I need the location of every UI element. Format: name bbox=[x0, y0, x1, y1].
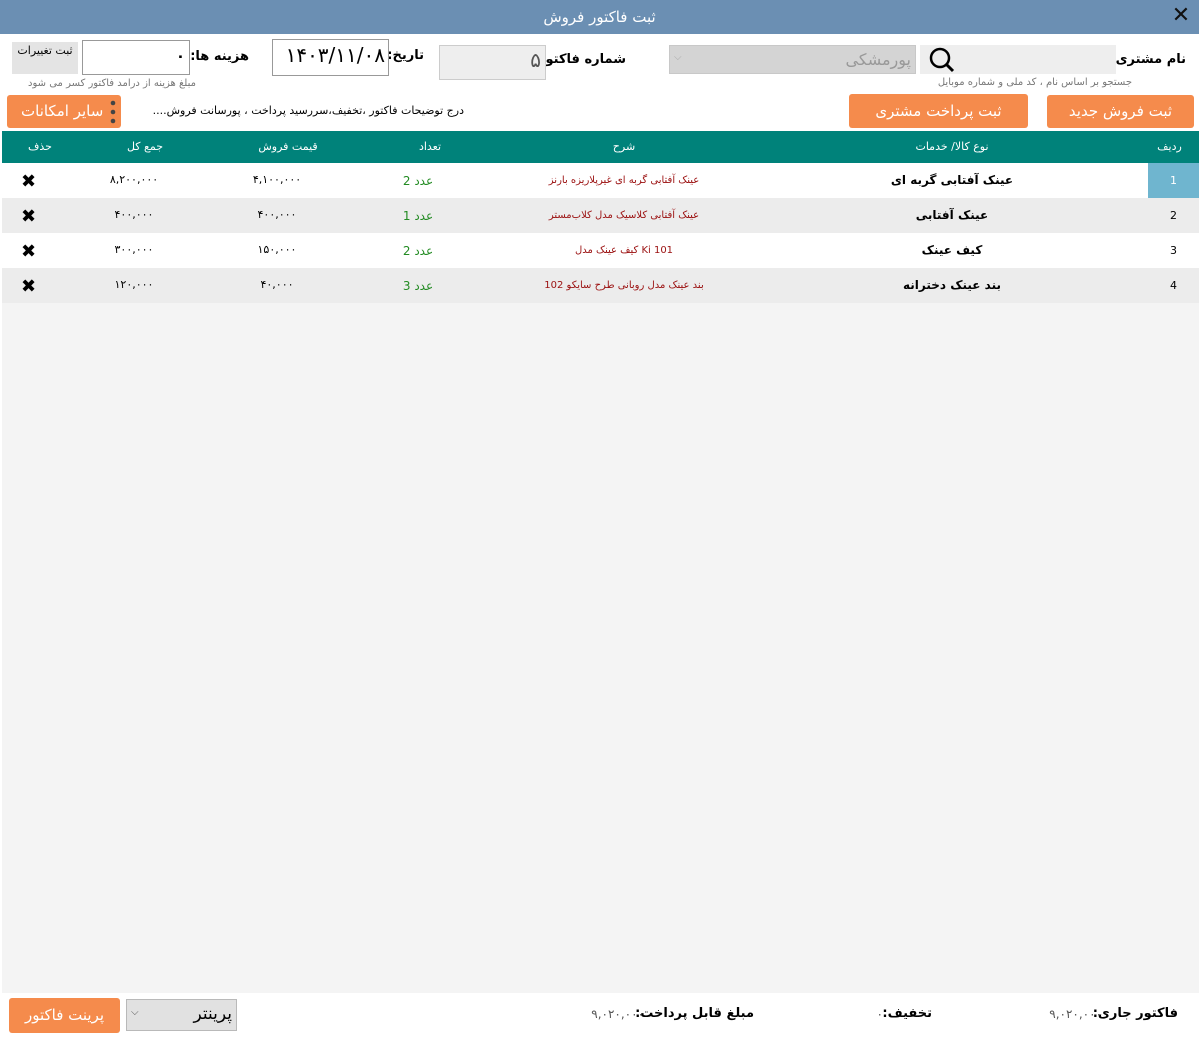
row-description: عینک آفتابی کلاسیک مدل کلاب‌مستر bbox=[548, 210, 700, 221]
printer-select[interactable]: پرینتر ⌵ bbox=[126, 999, 237, 1031]
row-index: 3 bbox=[1170, 244, 1177, 257]
row-quantity: 3 عدد bbox=[402, 279, 434, 293]
row-total: ۴۰۰,۰۰۰ bbox=[114, 208, 154, 221]
row-index: 2 bbox=[1170, 209, 1177, 222]
delete-icon[interactable]: ✖ bbox=[21, 241, 36, 262]
print-invoice-button[interactable]: پرینت فاکتور bbox=[9, 998, 120, 1033]
search-button[interactable] bbox=[920, 45, 962, 74]
row-item: بند عینک دخترانه bbox=[902, 278, 1002, 292]
more-options-button[interactable]: سایر امکانات bbox=[7, 95, 121, 128]
row-total: ۱۲۰,۰۰۰ bbox=[114, 278, 154, 291]
header-total: جمع کل bbox=[126, 140, 164, 153]
row-description: بند عینک مدل روبانی طرح سایکو 102 bbox=[544, 280, 704, 291]
more-vertical-icon bbox=[110, 100, 116, 128]
row-quantity: 1 عدد bbox=[402, 209, 434, 223]
row-item: عینک آفتابی bbox=[915, 208, 989, 222]
cost-field[interactable]: ۰ bbox=[82, 40, 190, 75]
header-description: شرح bbox=[612, 140, 636, 153]
row-description: عینک آفتابی گربه ای غیرپلاریزه بارنز bbox=[548, 175, 700, 186]
cost-label: هزینه ها: bbox=[190, 49, 249, 64]
current-invoice-value: ۹,۰۲۰,۰۰۰ bbox=[1049, 1007, 1102, 1021]
row-quantity: 2 عدد bbox=[402, 244, 434, 258]
chevron-down-icon: ⌵ bbox=[131, 1007, 139, 1018]
row-price: ۱۵۰,۰۰۰ bbox=[257, 243, 297, 256]
discount-value: ۰ bbox=[876, 1007, 883, 1021]
search-icon bbox=[929, 47, 955, 73]
header-item: نوع کالا/ خدمات bbox=[915, 140, 989, 153]
cost-value: ۰ bbox=[175, 47, 185, 65]
date-label: تاریخ: bbox=[387, 48, 424, 63]
new-sale-button[interactable]: ثبت فروش جدید bbox=[1047, 95, 1194, 128]
customer-selected-value: پورمشکی bbox=[845, 50, 911, 69]
table-row[interactable]: 4 بند عینک دخترانه بند عینک مدل روبانی ط… bbox=[2, 268, 1199, 303]
chevron-down-icon: ⌵ bbox=[674, 52, 682, 63]
row-description: کیف عینک مدل Ki 101 bbox=[574, 245, 674, 256]
row-price: ۴,۱۰۰,۰۰۰ bbox=[252, 173, 302, 186]
row-price: ۴۰۰,۰۰۰ bbox=[257, 208, 297, 221]
delete-icon[interactable]: ✖ bbox=[21, 206, 36, 227]
row-price: ۴۰,۰۰۰ bbox=[260, 278, 294, 291]
save-changes-button[interactable]: ثبت تغییرات bbox=[12, 42, 78, 74]
table-row[interactable]: 1 عینک آفتابی گربه ای عینک آفتابی گربه ا… bbox=[2, 163, 1199, 198]
invoice-description-link[interactable]: درج توضیحات فاکتور ،تخفیف،سررسید پرداخت … bbox=[153, 104, 464, 117]
current-invoice-label: فاکتور جاری: bbox=[1092, 1006, 1178, 1021]
invoice-number-value: ۵ bbox=[530, 48, 541, 72]
customer-search-input[interactable] bbox=[962, 45, 1116, 74]
row-total: ۳۰۰,۰۰۰ bbox=[114, 243, 154, 256]
more-options-label: سایر امکانات bbox=[21, 102, 104, 120]
date-field[interactable]: ۱۴۰۳/۱۱/۰۸ bbox=[272, 39, 389, 76]
payable-label: مبلغ قابل پرداخت: bbox=[635, 1006, 754, 1021]
customer-search-hint: جستجو بر اساس نام ، کد ملی و شماره موبای… bbox=[937, 77, 1132, 88]
customer-select[interactable]: پورمشکی ⌵ bbox=[669, 45, 916, 74]
close-icon[interactable]: ✕ bbox=[1169, 4, 1193, 28]
customer-payment-button[interactable]: ثبت پرداخت مشتری bbox=[849, 94, 1028, 128]
window-title: ثبت فاکتور فروش bbox=[543, 8, 656, 26]
printer-select-value: پرینتر bbox=[193, 1004, 232, 1024]
discount-label: تخفیف: bbox=[882, 1006, 932, 1021]
date-value: ۱۴۰۳/۱۱/۰۸ bbox=[285, 43, 385, 67]
delete-icon[interactable]: ✖ bbox=[21, 171, 36, 192]
customer-label: نام مشتری: bbox=[1110, 52, 1186, 67]
invoice-number-field: ۵ bbox=[439, 45, 546, 80]
header-index: ردیف bbox=[1157, 140, 1182, 153]
cost-hint: مبلغ هزینه از درامد فاکتور کسر می شود bbox=[28, 78, 196, 89]
table-row[interactable]: 2 عینک آفتابی عینک آفتابی کلاسیک مدل کلا… bbox=[2, 198, 1199, 233]
row-item: عینک آفتابی گربه ای bbox=[890, 173, 1014, 187]
header-price: قیمت فروش bbox=[258, 140, 318, 153]
row-quantity: 2 عدد bbox=[402, 174, 434, 188]
row-total: ۸,۲۰۰,۰۰۰ bbox=[109, 173, 159, 186]
row-item: کیف عینک bbox=[921, 243, 983, 257]
header-quantity: تعداد bbox=[418, 140, 442, 153]
payable-value: ۹,۰۲۰,۰۰۰ bbox=[591, 1007, 644, 1021]
delete-icon[interactable]: ✖ bbox=[21, 276, 36, 297]
header-delete: حذف bbox=[28, 140, 52, 153]
row-index: 1 bbox=[1170, 174, 1177, 187]
table-row[interactable]: 3 کیف عینک کیف عینک مدل Ki 101 2 عدد ۱۵۰… bbox=[2, 233, 1199, 268]
invoice-number-label: شماره فاکتور: bbox=[532, 52, 626, 67]
row-index: 4 bbox=[1170, 279, 1177, 292]
